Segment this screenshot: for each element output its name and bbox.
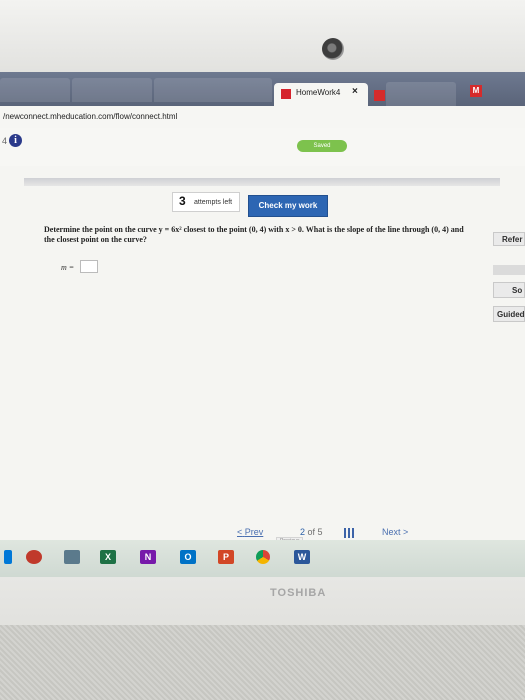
url-text[interactable]: /newconnect.mheducation.com/flow/connect…	[3, 112, 177, 121]
grid-icon[interactable]	[344, 528, 354, 538]
browser-tab[interactable]	[72, 78, 152, 102]
page-total: of 5	[307, 527, 323, 537]
attempts-left-box: 3 attempts left	[172, 192, 240, 212]
taskbar: X N O P W	[0, 540, 525, 577]
excel-icon[interactable]: X	[100, 550, 116, 564]
browser-tab[interactable]	[386, 82, 456, 106]
powerpoint-icon[interactable]: P	[218, 550, 234, 564]
attempts-text: attempts left	[194, 199, 233, 206]
browser-tab-bar: HomeWork4 × M	[0, 72, 525, 106]
chevron-left-icon: <	[237, 527, 243, 537]
answer-input[interactable]	[80, 260, 98, 273]
app-icon[interactable]	[26, 550, 42, 564]
browser-tab-active[interactable]: HomeWork4 ×	[274, 83, 368, 106]
question-number: 4	[2, 136, 8, 146]
question-header-stripe	[24, 178, 500, 186]
connect-header: 4 i Saved	[0, 128, 525, 166]
solution-button[interactable]: So	[493, 282, 525, 298]
current-page: 2	[300, 527, 306, 537]
chrome-icon[interactable]	[256, 550, 270, 564]
laptop-screen: HomeWork4 × M /newconnect.mheducation.co…	[0, 72, 525, 577]
answer-label: m =	[61, 263, 75, 272]
attempts-count: 3	[179, 194, 186, 208]
gmail-favicon-icon[interactable]: M	[470, 85, 482, 97]
guided-solution-button[interactable]: Guided	[493, 306, 525, 322]
word-icon[interactable]: W	[294, 550, 310, 564]
next-button[interactable]: Next >	[382, 527, 408, 537]
prev-button[interactable]: < Prev	[237, 527, 263, 537]
page-indicator: 2 of 5	[300, 527, 323, 537]
webcam	[322, 38, 344, 60]
start-icon[interactable]	[4, 550, 12, 564]
prev-label: Prev	[244, 527, 264, 537]
next-label: Next	[382, 527, 401, 537]
browser-tab[interactable]	[0, 78, 70, 102]
address-bar[interactable]: /newconnect.mheducation.com/flow/connect…	[0, 106, 525, 129]
saved-badge: Saved	[297, 140, 347, 152]
info-icon[interactable]: i	[9, 134, 22, 147]
chevron-right-icon: >	[403, 527, 409, 537]
laptop-keyboard-deck	[0, 625, 525, 700]
onenote-icon[interactable]: N	[140, 550, 156, 564]
outlook-icon[interactable]: O	[180, 550, 196, 564]
check-my-work-button[interactable]: Check my work	[248, 195, 328, 217]
references-button[interactable]: Refer	[493, 232, 525, 246]
mcgraw-favicon-icon[interactable]	[374, 90, 385, 101]
mcgraw-favicon-icon	[281, 89, 291, 99]
tab-title: HomeWork4	[296, 88, 341, 97]
brand-logo: TOSHIBA	[270, 587, 327, 599]
side-panel-divider	[493, 265, 525, 275]
app-icon[interactable]	[64, 550, 80, 564]
question-text: Determine the point on the curve y = 6x²…	[44, 225, 464, 244]
browser-tab[interactable]	[154, 78, 272, 102]
laptop-bezel-top	[0, 0, 525, 72]
tab-close-icon[interactable]: ×	[352, 86, 358, 97]
